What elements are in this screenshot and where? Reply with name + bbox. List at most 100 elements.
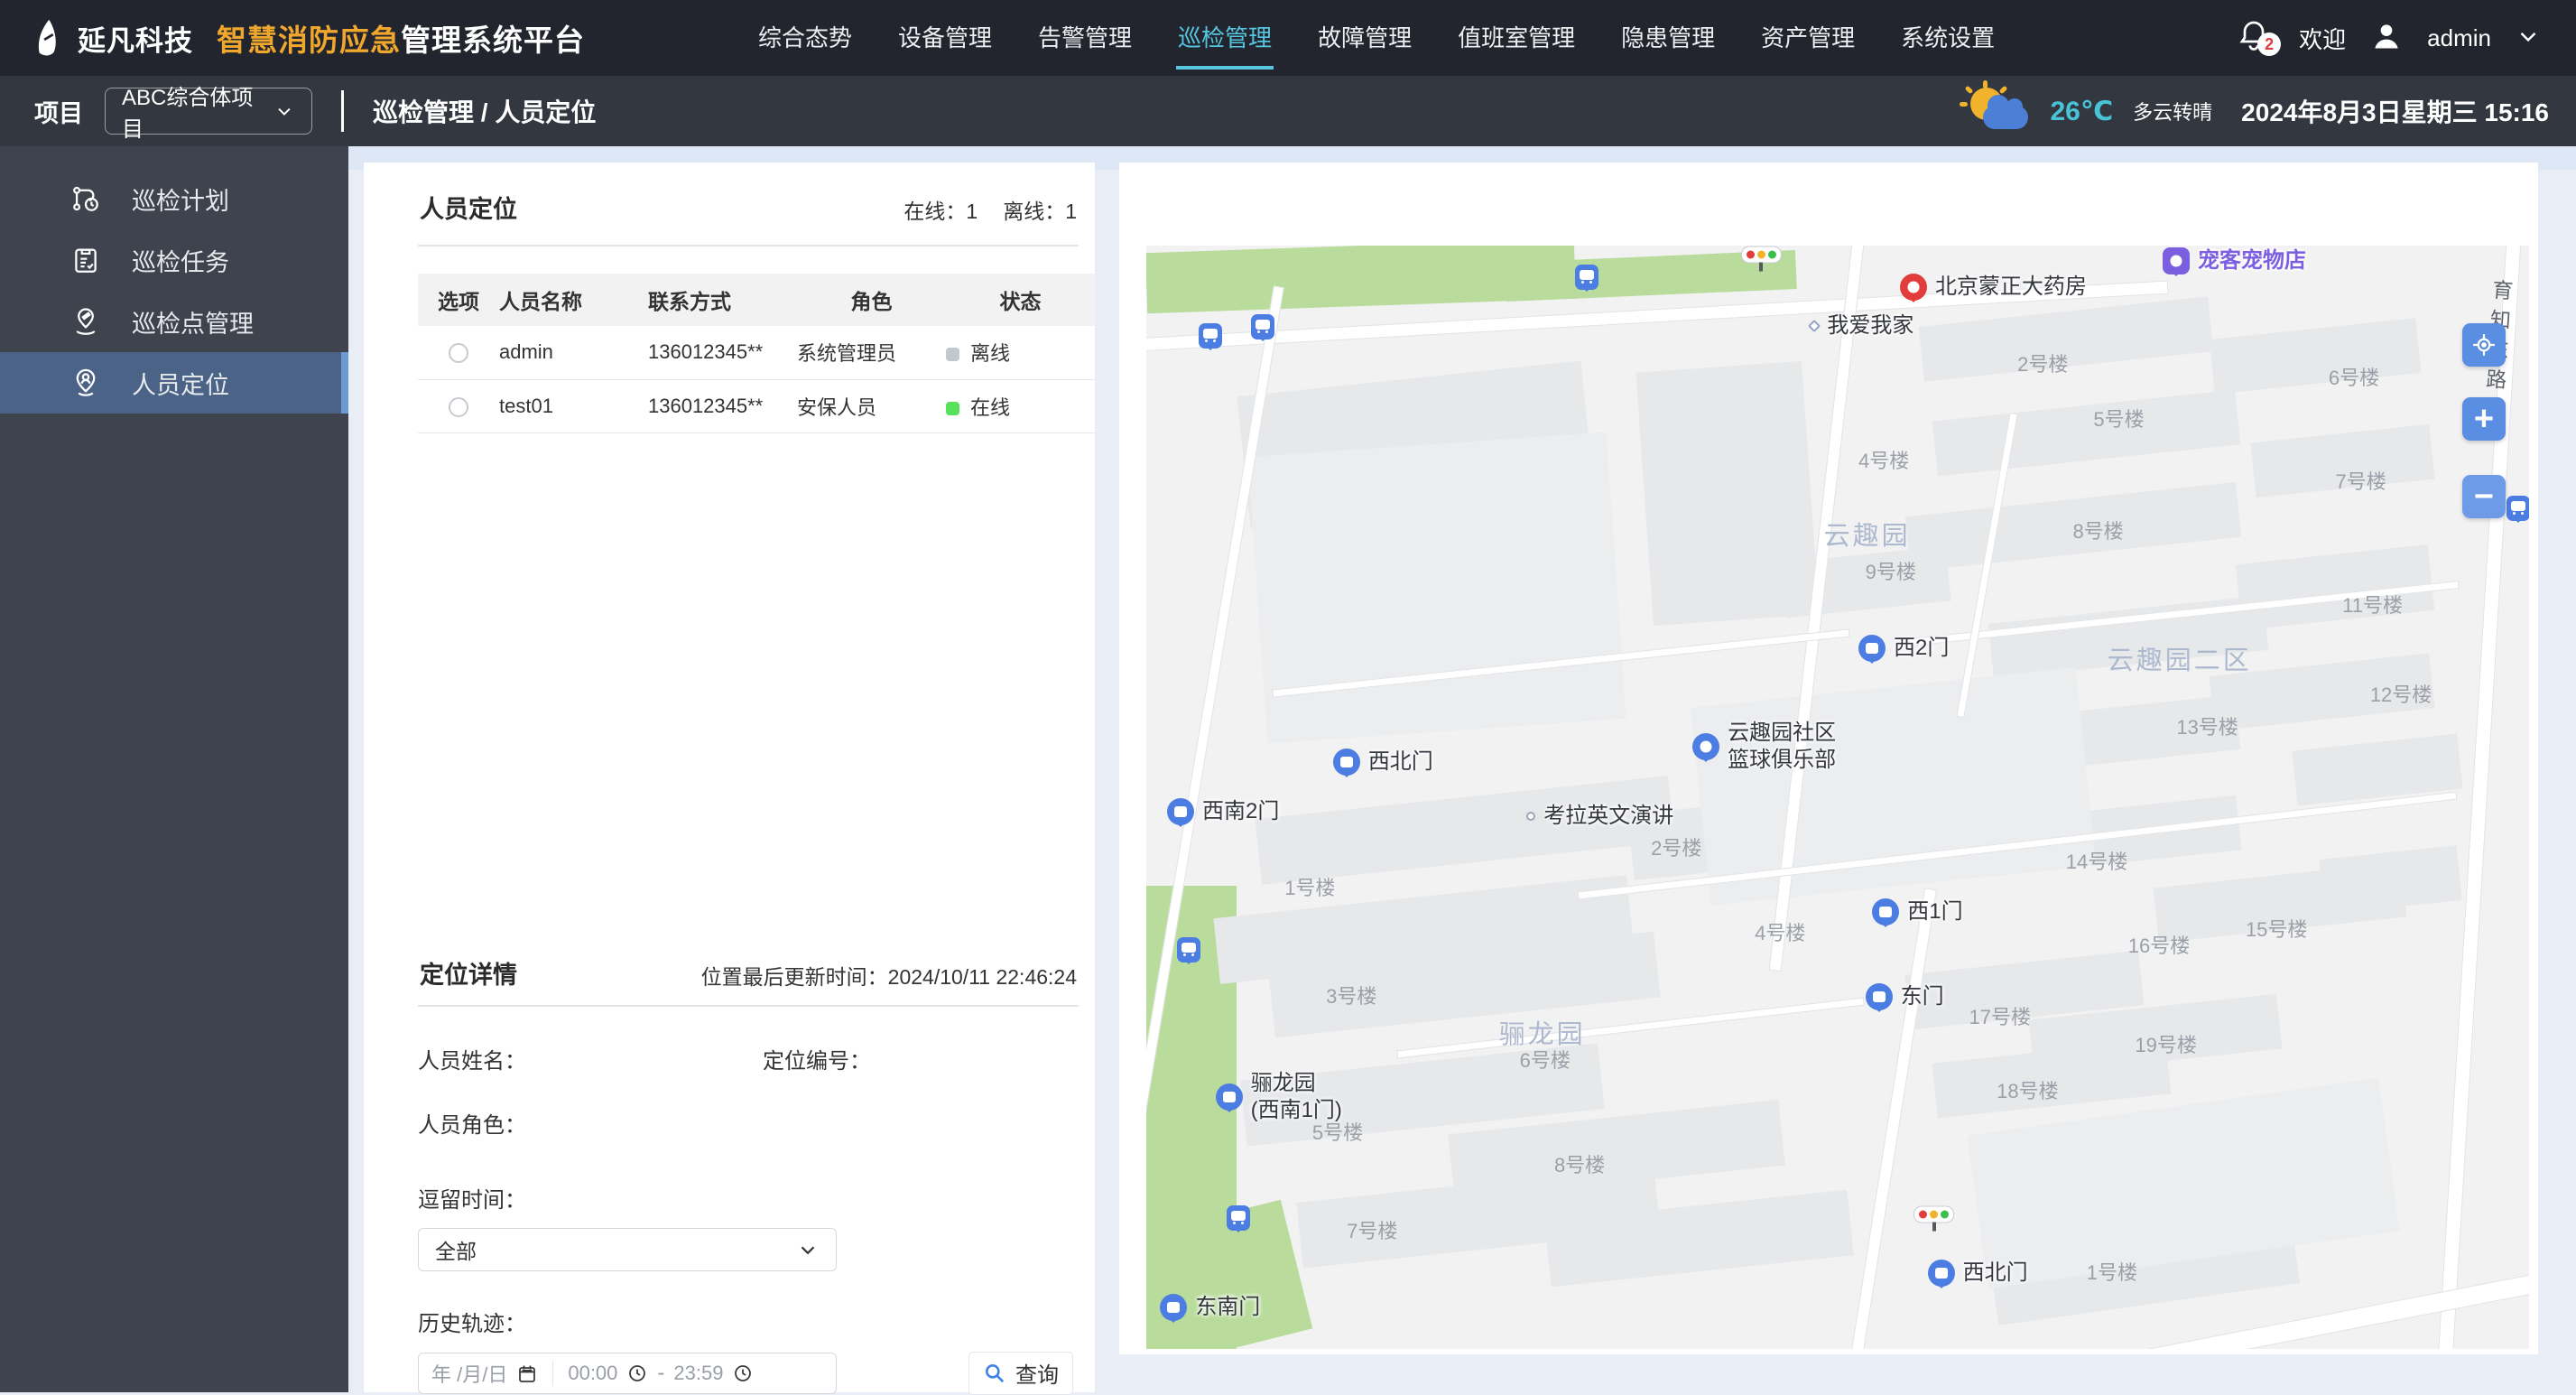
clipboard-list-icon [75, 248, 97, 273]
club-marker[interactable]: 云趣园社区 篮球俱乐部 [1692, 720, 1836, 774]
agency-marker[interactable]: 我爱我家 [1808, 312, 1913, 339]
detail-title: 定位详情 [420, 961, 517, 989]
notification-badge: 2 [2257, 33, 2282, 56]
building-label: 14号楼 [2065, 850, 2128, 873]
table-header-row: 选项 人员名称 联系方式 角色 状态 [418, 274, 1095, 326]
weather-sun-cloud-icon [1960, 80, 2030, 136]
divider [341, 90, 344, 132]
calendar-icon[interactable] [516, 1362, 538, 1384]
brand-name: 延凡科技 [78, 24, 193, 57]
pin-edit-icon [76, 308, 96, 335]
divider [552, 1360, 554, 1386]
main-nav: 综合态势 设备管理 告警管理 巡检管理 故障管理 值班室管理 隐患管理 资产管理… [756, 7, 1997, 70]
status-dot-offline [946, 348, 959, 362]
building-label: 1号楼 [1284, 876, 1336, 899]
stay-time-select[interactable]: 全部 [418, 1227, 837, 1271]
building-label: 15号楼 [2245, 918, 2308, 942]
map-canvas[interactable]: 宠客宠物店 北京蒙正大药房 我爱我家 2号楼 6号楼 5号楼 4号楼 7号楼 8号楼 云趣园 9号楼… [1146, 246, 2529, 1349]
building-label: 6号楼 [2328, 367, 2380, 390]
nav-item-system-settings[interactable]: 系统设置 [1899, 7, 1997, 70]
notification-bell-icon[interactable]: 2 [2236, 18, 2282, 58]
time-end-input[interactable]: 23:59 [673, 1362, 723, 1385]
project-bar: 项目 ABC综合体项目 巡检管理 / 人员定位 26℃ 多云转晴 2024年8月… [0, 76, 2576, 146]
bus-stop-icon [1199, 323, 1223, 349]
cell-name: admin [499, 326, 648, 380]
table-row-admin[interactable]: admin 136012345** 系统管理员 离线 [418, 326, 1095, 380]
gate-marker[interactable]: 西1门 [1872, 898, 1963, 926]
sidebar-item-label: 巡检点管理 [132, 310, 254, 338]
history-track-label: 历史轨迹： [418, 1311, 526, 1336]
bus-stop-icon [1176, 936, 1200, 963]
gate-pin-icon [1872, 898, 1900, 926]
building-label: 9号楼 [1865, 561, 1916, 584]
time-range-separator: - [657, 1360, 665, 1385]
temperature: 26℃ [2050, 96, 2114, 126]
chevron-down-icon [801, 1246, 815, 1254]
sidebar-item-label: 人员定位 [132, 371, 229, 399]
last-update: 位置最后更新时间：2024/10/11 22:46:24 [700, 964, 1077, 989]
gate-marker[interactable]: 西北门 [1332, 748, 1433, 776]
clock-icon [735, 1364, 752, 1381]
col-status: 状态 [946, 274, 1095, 326]
query-button[interactable]: 查询 [968, 1351, 1073, 1395]
map-ground-block [1967, 1078, 2400, 1289]
nav-item-duty-room-mgmt[interactable]: 值班室管理 [1456, 7, 1577, 70]
nav-item-device-mgmt[interactable]: 设备管理 [896, 7, 994, 70]
stay-time-label: 逗留时间： [418, 1187, 526, 1213]
poi-red-pin-icon [1899, 274, 1927, 302]
user-menu-chevron-icon[interactable] [2515, 23, 2542, 54]
datetime-range-input[interactable]: 年 /月/日 00:00 - 23:59 [418, 1352, 837, 1394]
nav-item-inspection-mgmt[interactable]: 巡检管理 [1176, 7, 1274, 70]
gate-marker[interactable]: 西南2门 [1166, 797, 1279, 825]
gate-marker[interactable]: 东门 [1865, 983, 1944, 1011]
nav-item-alarm-mgmt[interactable]: 告警管理 [1036, 7, 1134, 70]
row-radio[interactable] [449, 396, 468, 417]
sidebar-item-personnel-location[interactable]: 人员定位 [0, 352, 348, 414]
project-select[interactable]: ABC综合体项目 [105, 86, 312, 142]
time-start-input[interactable]: 00:00 [568, 1362, 617, 1385]
row-radio[interactable] [449, 343, 468, 364]
building-label: 2号楼 [2017, 352, 2069, 376]
bus-stop-icon [1574, 265, 1598, 291]
petshop-marker[interactable]: 宠客宠物店 [2163, 247, 2306, 275]
traffic-light-icon [1913, 1205, 1955, 1223]
search-icon [986, 1363, 1005, 1382]
offline-count: 离线：1 [1003, 200, 1077, 223]
nav-item-fault-mgmt[interactable]: 故障管理 [1316, 7, 1413, 70]
gate-pin-icon [1865, 983, 1893, 1011]
gate-marker[interactable]: 西北门 [1927, 1259, 2028, 1287]
nav-item-hazard-mgmt[interactable]: 隐患管理 [1619, 7, 1717, 70]
pharmacy-marker[interactable]: 北京蒙正大药房 [1899, 274, 2087, 302]
stay-time-value: 全部 [435, 1239, 477, 1263]
table-row-test01[interactable]: test01 136012345** 安保人员 在线 [418, 379, 1095, 433]
personnel-panel-header: 人员定位 在线：1 离线：1 [418, 163, 1079, 246]
building-label: 13号楼 [2176, 715, 2238, 739]
gate-pin-icon [1166, 797, 1194, 825]
zoom-in-button[interactable]: + [2462, 397, 2506, 441]
sidebar-item-inspection-plan[interactable]: 巡检计划 [0, 168, 348, 229]
sidebar-item-inspection-task[interactable]: 巡检任务 [0, 229, 348, 291]
sidebar-item-inspection-point-mgmt[interactable]: 巡检点管理 [0, 291, 348, 352]
poi-marker[interactable]: 考拉英文演讲 [1526, 803, 1673, 830]
zoom-out-button[interactable]: − [2462, 475, 2506, 518]
gate-marker[interactable]: 东南门 [1160, 1293, 1260, 1321]
personnel-table: 选项 人员名称 联系方式 角色 状态 admin 136012345** 系统管… [418, 274, 1095, 433]
date-input[interactable]: 年 /月/日 [431, 1359, 507, 1388]
sidebar-item-label: 巡检任务 [132, 248, 229, 276]
gate-pin-icon [1160, 1293, 1188, 1321]
nav-item-situation[interactable]: 综合态势 [756, 7, 854, 70]
sidebar-item-label: 巡检计划 [132, 187, 229, 215]
building-label: 8号楼 [2072, 520, 2124, 544]
gate-pin-icon [1858, 635, 1886, 663]
query-button-label: 查询 [1015, 1363, 1059, 1388]
personnel-panel: 人员定位 在线：1 离线：1 选项 人员名称 联系方式 角色 状态 admin … [364, 163, 1095, 1395]
nav-item-asset-mgmt[interactable]: 资产管理 [1759, 7, 1857, 70]
gate-marker[interactable]: 西2门 [1858, 635, 1949, 663]
building-label: 17号楼 [1969, 1005, 2032, 1028]
locate-button[interactable] [2462, 323, 2506, 367]
clock-icon [629, 1364, 646, 1381]
bus-icon [1199, 323, 1223, 349]
logo-icon [23, 14, 70, 61]
poi-dot-icon [1526, 811, 1536, 821]
chevron-down-icon [278, 107, 291, 116]
